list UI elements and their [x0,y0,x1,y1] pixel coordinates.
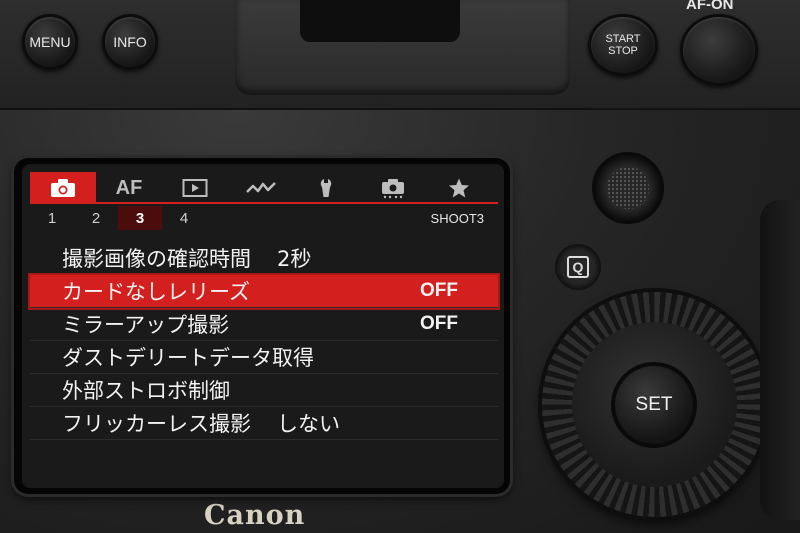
stop-label: STOP [608,45,638,57]
af-on-button[interactable] [680,14,758,86]
menu-item-value: OFF [420,280,458,301]
tab-playback[interactable] [162,172,228,204]
start-stop-button[interactable]: START STOP [588,14,658,76]
camera-icon [51,179,75,197]
menu-item-label: ダストデリートデータ取得 [62,346,314,370]
brand-logo: Canon [204,500,306,531]
tab-setup[interactable] [294,172,360,204]
menu-item-external-flash-control[interactable]: 外部ストロボ制御 [30,374,498,407]
info-button-label: INFO [113,34,147,50]
menu-item-label: 外部ストロボ制御 [62,379,230,403]
menu-item-label: ミラーアップ撮影 [62,313,230,337]
q-label: Q [572,259,584,275]
tab-af[interactable]: AF [96,172,162,204]
start-label: START [605,33,641,45]
menu-list: 撮影画像の確認時間 2秒 カードなしレリーズ OFF ミラーアップ撮影 OFF … [30,242,498,440]
menu-item-value: 2秒 [277,247,312,271]
wireless-icon [246,182,276,193]
menu-tabs: AF [30,170,498,206]
playback-icon [182,179,208,197]
page-4[interactable]: 4 [162,206,206,230]
info-button[interactable]: INFO [102,14,158,70]
eyepiece [300,0,460,42]
star-icon [449,178,469,198]
q-button[interactable]: Q [555,244,601,290]
menu-item-image-review[interactable]: 撮影画像の確認時間 2秒 [30,242,498,275]
page-title: SHOOT3 [430,210,484,226]
set-button[interactable]: SET [611,362,697,448]
menu-item-dust-delete-data[interactable]: ダストデリートデータ取得 [30,341,498,374]
menu-item-value: OFF [420,313,458,334]
menu-item-mirror-lockup[interactable]: ミラーアップ撮影 OFF [30,308,498,341]
page-1[interactable]: 1 [30,206,74,230]
tab-shoot[interactable] [30,172,96,204]
lcd-screen: AF 1 2 3 4 SHOOT3 撮影画像の確認時間 2秒 カードなしレリーズ… [22,164,504,488]
tab-underline [30,202,498,204]
menu-button-label: MENU [29,34,71,50]
menu-item-label: フリッカーレス撮影 [62,412,251,436]
page-3[interactable]: 3 [118,206,162,230]
menu-item-label: 撮影画像の確認時間 [62,247,251,271]
tab-wireless[interactable] [228,172,294,204]
set-button-label: SET [635,394,673,415]
menu-item-value: しない [277,412,340,436]
af-icon: AF [115,176,143,199]
custom-function-icon [382,179,404,199]
menu-item-release-without-card[interactable]: カードなしレリーズ OFF [30,275,498,308]
menu-button[interactable]: MENU [22,14,78,70]
q-icon: Q [567,256,589,278]
af-on-label: AF-ON [686,0,734,13]
tab-custom-functions[interactable] [360,172,426,204]
page-indicator: 1 2 3 4 SHOOT3 [30,205,498,231]
menu-item-anti-flicker[interactable]: フリッカーレス撮影 しない [30,407,498,440]
tab-my-menu[interactable] [426,172,492,204]
wrench-icon [320,179,332,197]
grip-edge [760,200,800,520]
menu-item-label: カードなしレリーズ [62,280,250,304]
page-2[interactable]: 2 [74,206,118,230]
multi-controller-grip [607,167,649,209]
